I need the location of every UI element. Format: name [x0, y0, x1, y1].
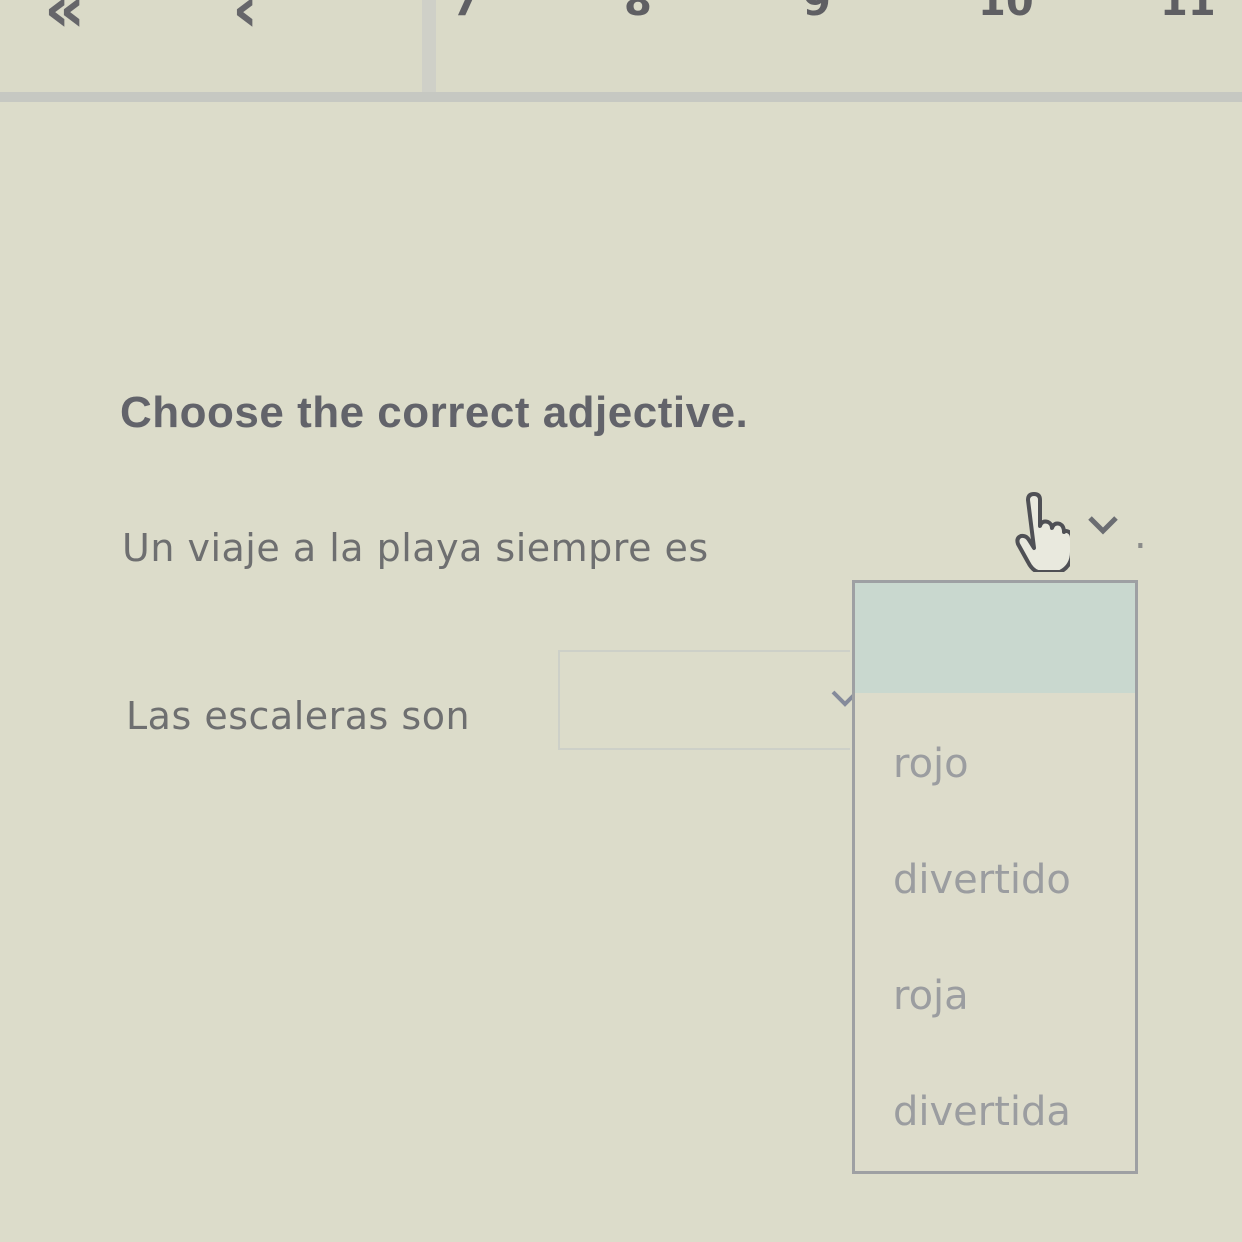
adjective-dropdown-list: rojo divertido roja divertida — [852, 580, 1138, 1174]
chevron-left-icon[interactable]: ‹ — [232, 0, 258, 42]
navigation-bar: « ‹ 7 8 9 10 11 — [0, 0, 1242, 102]
dropdown-option-roja[interactable]: roja — [893, 973, 969, 1019]
chevron-down-icon — [1088, 516, 1118, 535]
dropdown-option-divertido[interactable]: divertido — [893, 857, 1071, 903]
sentence-1: Un viaje a la playa siempre es — [122, 526, 709, 570]
dropdown-option-divertida[interactable]: divertida — [893, 1089, 1071, 1135]
sentence-1-period: . — [1134, 512, 1147, 558]
adjective-select-1[interactable] — [848, 488, 1132, 574]
dropdown-highlighted-option[interactable] — [855, 583, 1135, 693]
page-button-11[interactable]: 11 — [1160, 0, 1216, 22]
page-button-7[interactable]: 7 — [452, 0, 480, 22]
adjective-select-2[interactable] — [558, 650, 850, 750]
dropdown-option-rojo[interactable]: rojo — [893, 741, 969, 787]
double-chevron-left-icon[interactable]: « — [44, 0, 85, 42]
page-button-10[interactable]: 10 — [978, 0, 1034, 22]
question-instruction: Choose the correct adjective. — [120, 388, 749, 437]
page-button-8[interactable]: 8 — [624, 0, 652, 22]
sentence-2: Las escaleras son — [126, 694, 471, 738]
nav-divider — [422, 0, 436, 92]
hand-pointer-icon — [1015, 492, 1070, 572]
page-button-9[interactable]: 9 — [803, 0, 831, 22]
